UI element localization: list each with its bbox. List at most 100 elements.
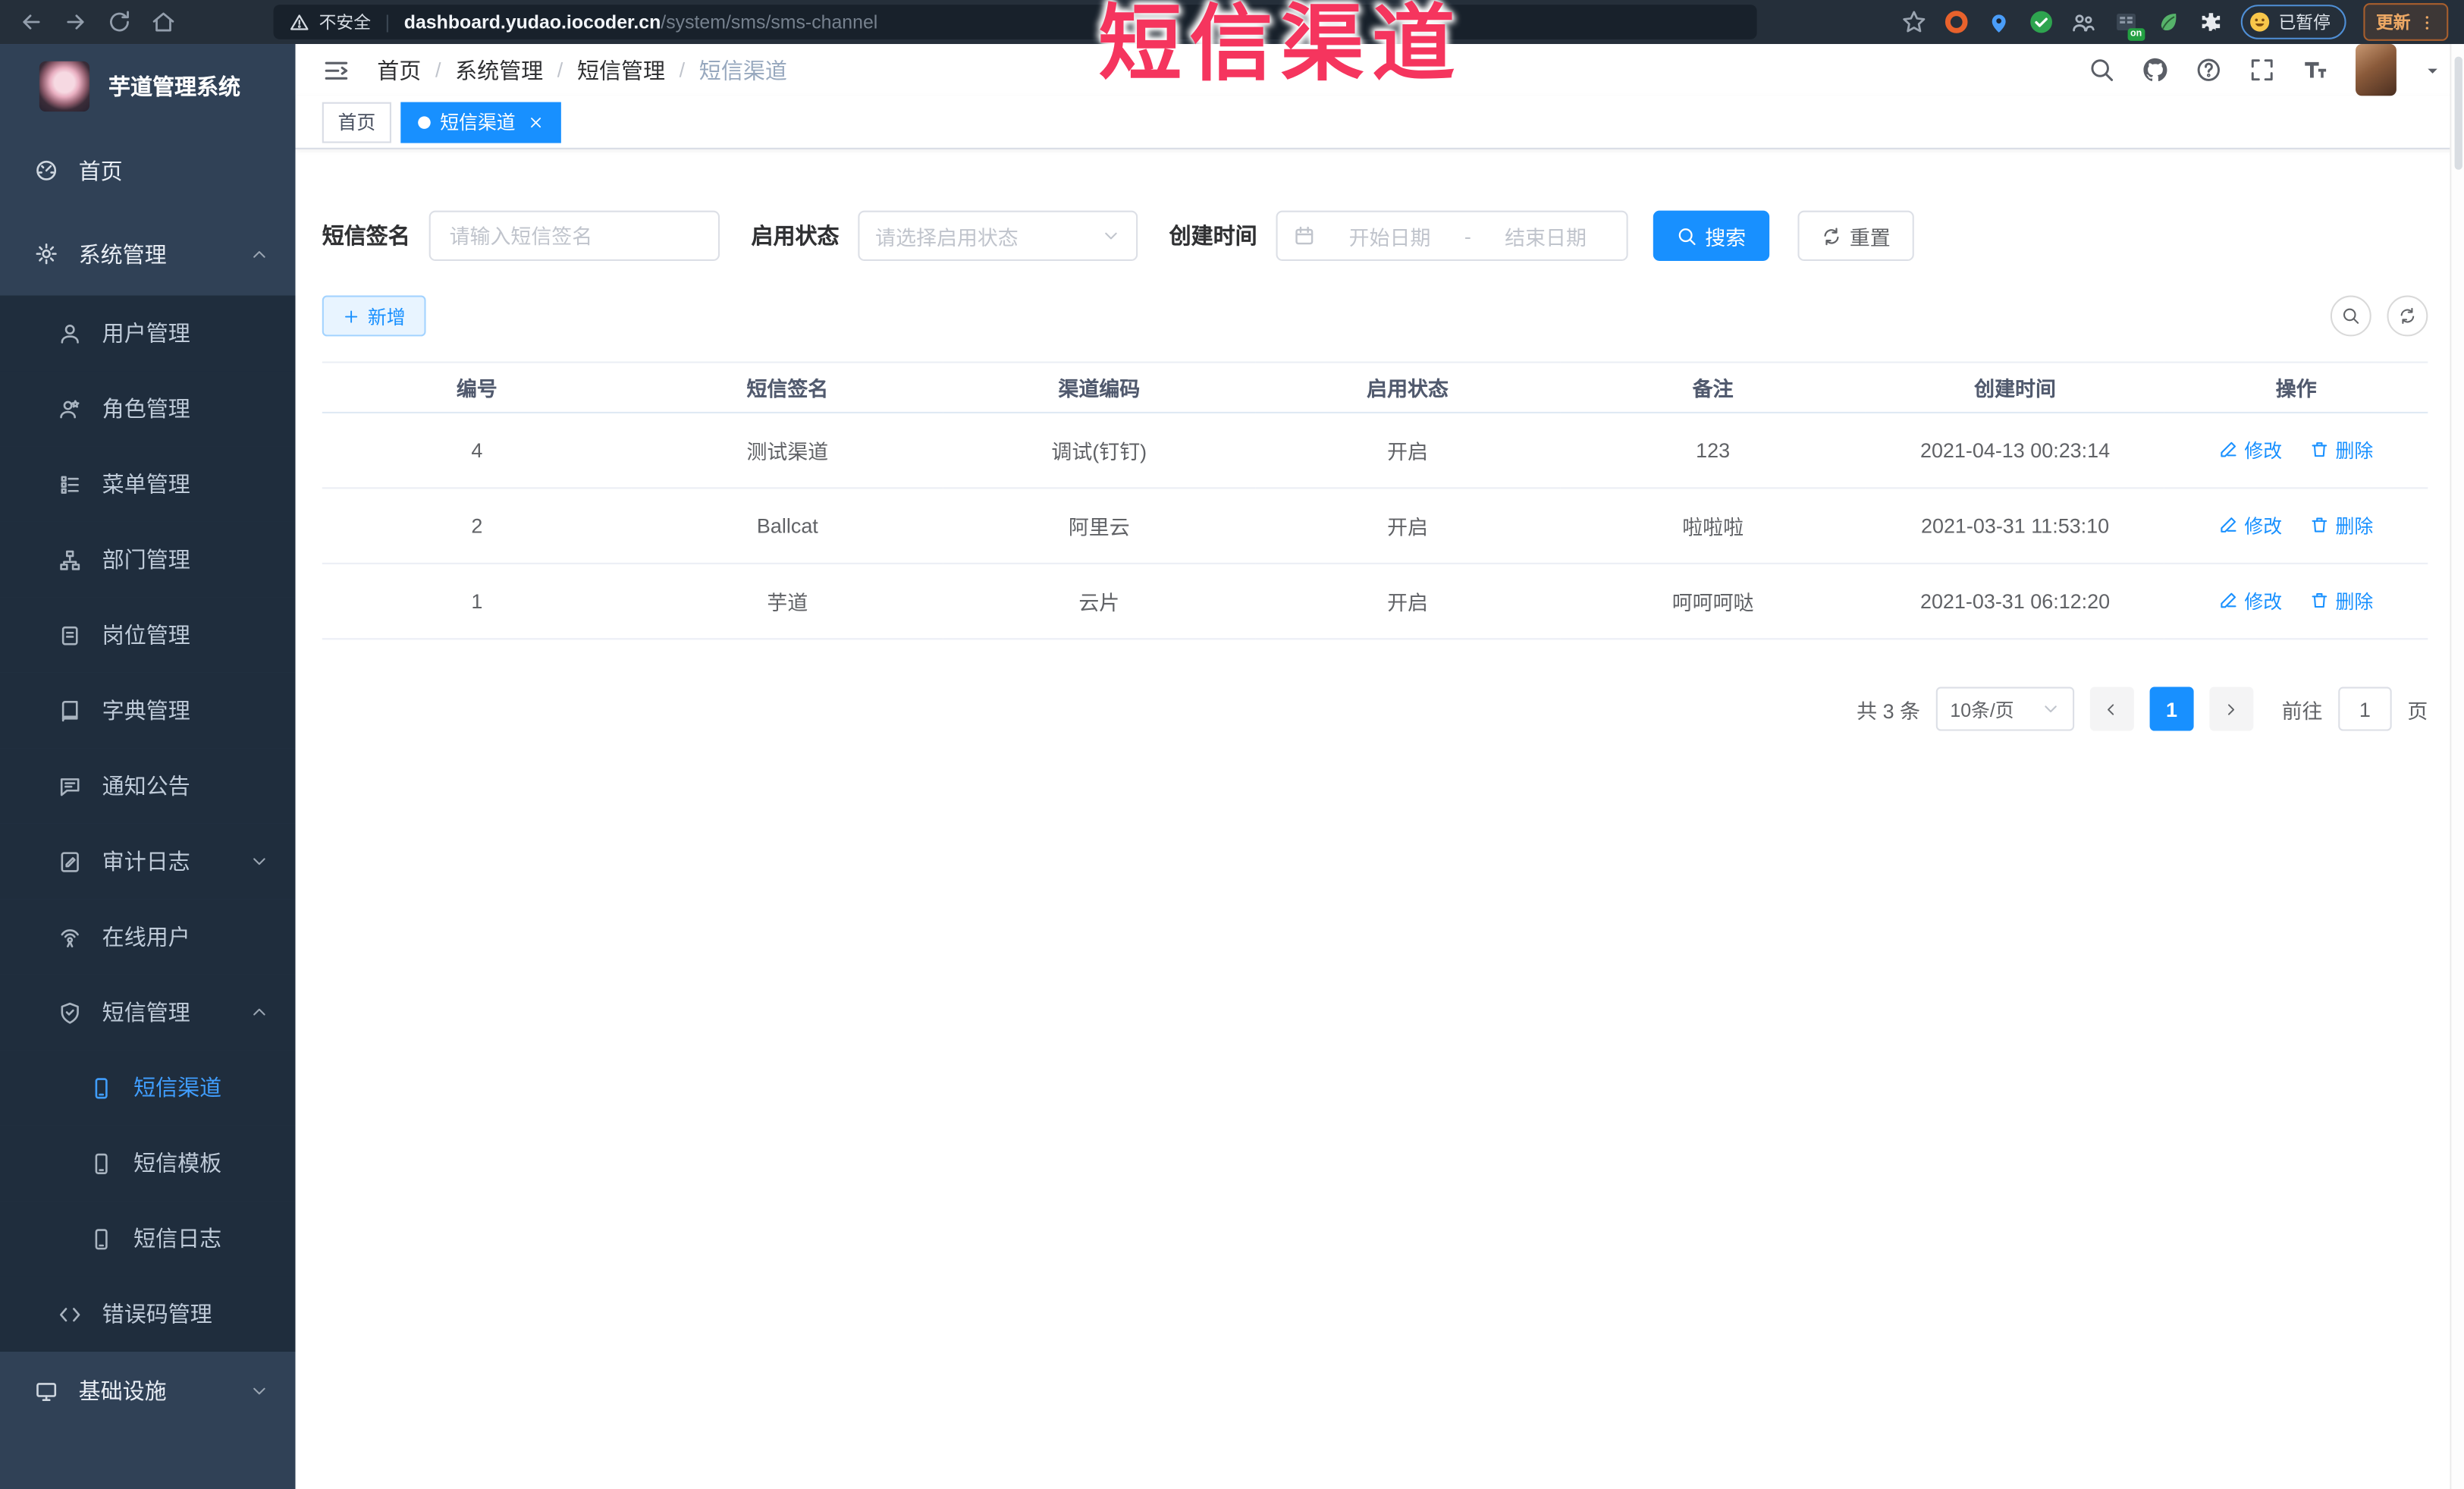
column-header: 渠道编码 (943, 361, 1255, 413)
chevron-down-icon (2042, 699, 2061, 718)
extension-people-icon[interactable] (2071, 9, 2096, 34)
cell-id: 4 (322, 412, 632, 489)
sign-filter-input[interactable] (428, 210, 720, 261)
edit-link[interactable]: 修改 (2219, 437, 2282, 463)
page-content: 短信签名 启用状态 请选择启用状态 创建时间 开始日期 - 结束日期 (295, 149, 2464, 1489)
github-icon[interactable] (2142, 57, 2168, 83)
table-row[interactable]: 2 Ballcat 阿里云 开启 啦啦啦 2021-03-31 11:53:10 修改 删除 (322, 488, 2428, 564)
page-1-button[interactable]: 1 (2149, 686, 2194, 731)
paused-badge[interactable]: 已暂停 (2240, 5, 2346, 39)
delete-link[interactable]: 删除 (2310, 512, 2373, 539)
end-date-placeholder: 结束日期 (1505, 225, 1587, 250)
breadcrumb-item[interactable]: 短信管理 (577, 54, 665, 85)
window-scrollbar[interactable] (2450, 44, 2464, 1489)
scrollbar-thumb[interactable] (2453, 56, 2462, 170)
edit-link[interactable]: 修改 (2219, 512, 2282, 539)
dashboard-icon (35, 159, 58, 182)
sidebar-item-sms-log[interactable]: 短信日志 (0, 1201, 296, 1277)
edit-icon (2219, 516, 2238, 535)
breadcrumb-item[interactable]: 首页 (377, 54, 421, 85)
avatar-caret-down-icon[interactable] (2423, 61, 2442, 80)
refresh-table-button[interactable] (2387, 295, 2428, 337)
browser-update-button[interactable]: 更新 (2363, 3, 2449, 41)
refresh-icon (1822, 225, 1842, 246)
sidebar-item-user[interactable]: 用户管理 (0, 295, 296, 372)
delete-link[interactable]: 删除 (2310, 587, 2373, 614)
created-date-range-picker[interactable]: 开始日期 - 结束日期 (1276, 210, 1628, 261)
bookmark-star-icon[interactable] (1901, 9, 1926, 34)
phone-icon (89, 1076, 113, 1099)
table-row[interactable]: 1 芋道 云片 开启 呵呵呵哒 2021-03-31 06:12:20 修改 删除 (322, 563, 2428, 640)
reset-button[interactable]: 重置 (1797, 210, 1914, 261)
tab-sms-channel[interactable]: 短信渠道 (400, 101, 561, 143)
sidebar-item-online-user[interactable]: 在线用户 (0, 899, 296, 975)
online-user-icon (58, 925, 82, 948)
sidebar-item-label: 岗位管理 (102, 622, 190, 648)
edit-link[interactable]: 修改 (2219, 587, 2282, 614)
sidebar-item-role[interactable]: 角色管理 (0, 371, 296, 447)
home-icon[interactable] (151, 9, 176, 34)
sidebar-item-home[interactable]: 首页 (0, 129, 296, 212)
sidebar-item-notice[interactable]: 通知公告 (0, 748, 296, 824)
extension-check-icon[interactable] (2029, 9, 2054, 34)
next-page-button[interactable] (2209, 686, 2254, 731)
sidebar-item-label: 基础设施 (78, 1378, 167, 1404)
extension-orange-icon[interactable] (1944, 9, 1969, 34)
sidebar-item-dept[interactable]: 部门管理 (0, 521, 296, 598)
prev-page-button[interactable] (2089, 686, 2134, 731)
edit-icon (2219, 592, 2238, 611)
sidebar-item-sms[interactable]: 短信管理 (0, 974, 296, 1051)
column-header: 编号 (322, 361, 632, 413)
breadcrumb-item[interactable]: 系统管理 (455, 54, 543, 85)
goto-label: 前往 (2281, 699, 2323, 723)
search-button[interactable]: 搜索 (1653, 210, 1770, 261)
chevron-down-icon (250, 852, 268, 871)
font-size-icon[interactable] (2302, 57, 2329, 83)
extension-pin-icon[interactable] (1986, 9, 2011, 34)
page-suffix-label: 页 (2407, 699, 2428, 723)
sidebar-item-system[interactable]: 系统管理 (0, 212, 296, 296)
sidebar-item-infra[interactable]: 基础设施 (0, 1351, 296, 1431)
trash-icon (2310, 441, 2329, 460)
sidebar-item-dict[interactable]: 字典管理 (0, 672, 296, 749)
add-button[interactable]: 新增 (322, 295, 426, 337)
fullscreen-icon[interactable] (2249, 57, 2275, 83)
sidebar-item-menu[interactable]: 菜单管理 (0, 446, 296, 522)
code-icon (58, 1302, 82, 1326)
tab-home[interactable]: 首页 (322, 101, 391, 143)
chevron-left-icon (2103, 700, 2120, 718)
extension-puzzle-icon[interactable] (2199, 9, 2224, 34)
toggle-search-button[interactable] (2330, 295, 2371, 337)
goto-page-input[interactable] (2338, 686, 2392, 731)
help-question-icon[interactable] (2196, 57, 2222, 83)
sidebar-item-sms-template[interactable]: 短信模板 (0, 1125, 296, 1202)
breadcrumb-separator: / (435, 58, 441, 82)
forward-icon[interactable] (63, 9, 88, 34)
sidebar-item-error-code[interactable]: 错误码管理 (0, 1276, 296, 1352)
status-filter-label: 启用状态 (751, 223, 840, 249)
sidebar-item-label: 错误码管理 (102, 1301, 212, 1327)
sms-shield-icon (58, 1001, 82, 1024)
back-icon[interactable] (19, 9, 44, 34)
sidebar-item-post[interactable]: 岗位管理 (0, 597, 296, 673)
extension-green-icon[interactable] (2156, 9, 2181, 34)
sidebar-item-sms-channel[interactable]: 短信渠道 (0, 1050, 296, 1126)
column-header: 短信签名 (631, 361, 943, 413)
user-avatar[interactable] (2356, 44, 2397, 96)
search-icon[interactable] (2089, 57, 2115, 83)
cell-status: 开启 (1254, 488, 1561, 564)
refresh-icon (2398, 306, 2417, 325)
status-filter-select[interactable]: 请选择启用状态 (858, 210, 1138, 261)
sidebar-logo-row[interactable]: 芋道管理系统 (0, 44, 296, 129)
address-bar[interactable]: 不安全 | dashboard.yudao.iocoder.cn /system… (273, 5, 1757, 39)
page-size-select[interactable]: 10条/页 (1935, 686, 2075, 731)
close-tab-icon[interactable] (528, 114, 544, 130)
table-toolbar: 新增 (322, 295, 2428, 337)
url-separator: | (385, 11, 391, 33)
delete-link[interactable]: 删除 (2310, 437, 2373, 463)
reload-icon[interactable] (107, 9, 132, 34)
extension-on-badge-icon[interactable]: on (2114, 9, 2145, 41)
sidebar-item-audit-log[interactable]: 审计日志 (0, 823, 296, 900)
collapse-sidebar-icon[interactable] (322, 56, 350, 84)
table-row[interactable]: 4 测试渠道 调试(钉钉) 开启 123 2021-04-13 00:23:14 修改 删除 (322, 412, 2428, 489)
